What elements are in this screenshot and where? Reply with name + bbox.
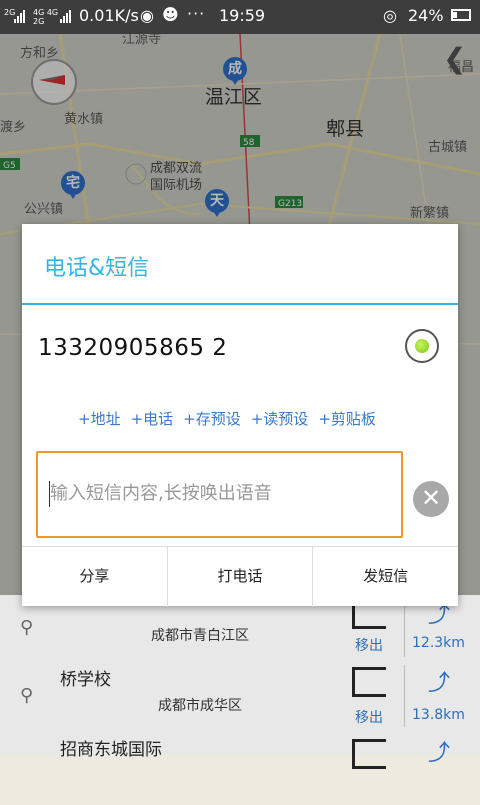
phone-number[interactable]: 13320905865 2 [38, 335, 227, 361]
message-input[interactable] [50, 479, 390, 507]
distance-label: 12.3km [412, 635, 465, 651]
divider [404, 665, 405, 727]
share-button[interactable]: 分享 [22, 547, 168, 607]
list-item[interactable]: ⚲ 桥学校 成都市成华区 移出 ⤴ 13.8km [0, 665, 480, 735]
list-item-address: 成都市青白江区 [151, 628, 249, 644]
phone-sms-dialog: 电话&短信 13320905865 2 +地址 +电话 +存预设 +读预设 +剪… [22, 224, 458, 607]
move-out-icon[interactable] [352, 739, 386, 769]
net-speed: 0.01K/s [79, 6, 139, 25]
list-item[interactable]: 招商东城国际 ⤴ [0, 735, 480, 805]
more-notifications-icon: ··· [187, 4, 206, 23]
battery-icon [451, 9, 471, 21]
phone-select-radio[interactable] [405, 329, 439, 363]
battery-percent: 24% [408, 6, 444, 25]
signal-bars-icon [14, 9, 25, 23]
cat-icon: ☻ [162, 5, 179, 24]
text-cursor [49, 481, 50, 507]
insert-phone-link[interactable]: +电话 [131, 408, 174, 429]
dialog-title: 电话&短信 [44, 256, 150, 281]
dialog-button-bar: 分享 打电话 发短信 [22, 546, 458, 607]
list-item-name: 招商东城国际 [60, 740, 162, 760]
route-list: ⚲ 成都市青白江区 移出 ⤴ 12.3km ⚲ 桥学校 成都市成华区 移出 ⤴ … [0, 595, 480, 769]
location-icon: ◎ [383, 6, 397, 25]
status-bar: 2G 4G 4G 2G 0.01K/s ◉ ☻ ··· 19:59 ◎ 24% [0, 0, 480, 34]
load-preset-link[interactable]: +读预设 [251, 408, 309, 429]
save-preset-link[interactable]: +存预设 [183, 408, 241, 429]
message-input-box[interactable] [36, 451, 403, 538]
move-out-icon[interactable] [352, 667, 386, 697]
insert-address-link[interactable]: +地址 [78, 408, 121, 429]
eye-icon: ◉ [140, 6, 154, 25]
clipboard-link[interactable]: +剪贴板 [318, 408, 376, 429]
turn-arrow-icon: ⤴ [428, 671, 451, 696]
list-item-address: 成都市成华区 [158, 698, 242, 714]
call-button[interactable]: 打电话 [168, 547, 314, 607]
distance-label: 13.8km [412, 707, 465, 723]
list-item-name: 桥学校 [60, 670, 111, 690]
move-out-button[interactable]: 移出 [355, 707, 383, 727]
list-item[interactable]: ⚲ 成都市青白江区 移出 ⤴ 12.3km [0, 597, 480, 667]
signal-indicator-2: 4G 4G 2G [33, 8, 59, 26]
send-sms-button[interactable]: 发短信 [313, 547, 458, 607]
turn-arrow-icon: ⤴ [428, 741, 451, 766]
move-out-button[interactable]: 移出 [355, 635, 383, 655]
clock: 19:59 [219, 6, 266, 25]
clear-icon[interactable]: ✕ [413, 481, 449, 517]
title-divider [22, 303, 458, 305]
signal-bars-icon-2 [60, 9, 71, 23]
quick-insert-links: +地址 +电话 +存预设 +读预设 +剪贴板 [78, 408, 386, 429]
